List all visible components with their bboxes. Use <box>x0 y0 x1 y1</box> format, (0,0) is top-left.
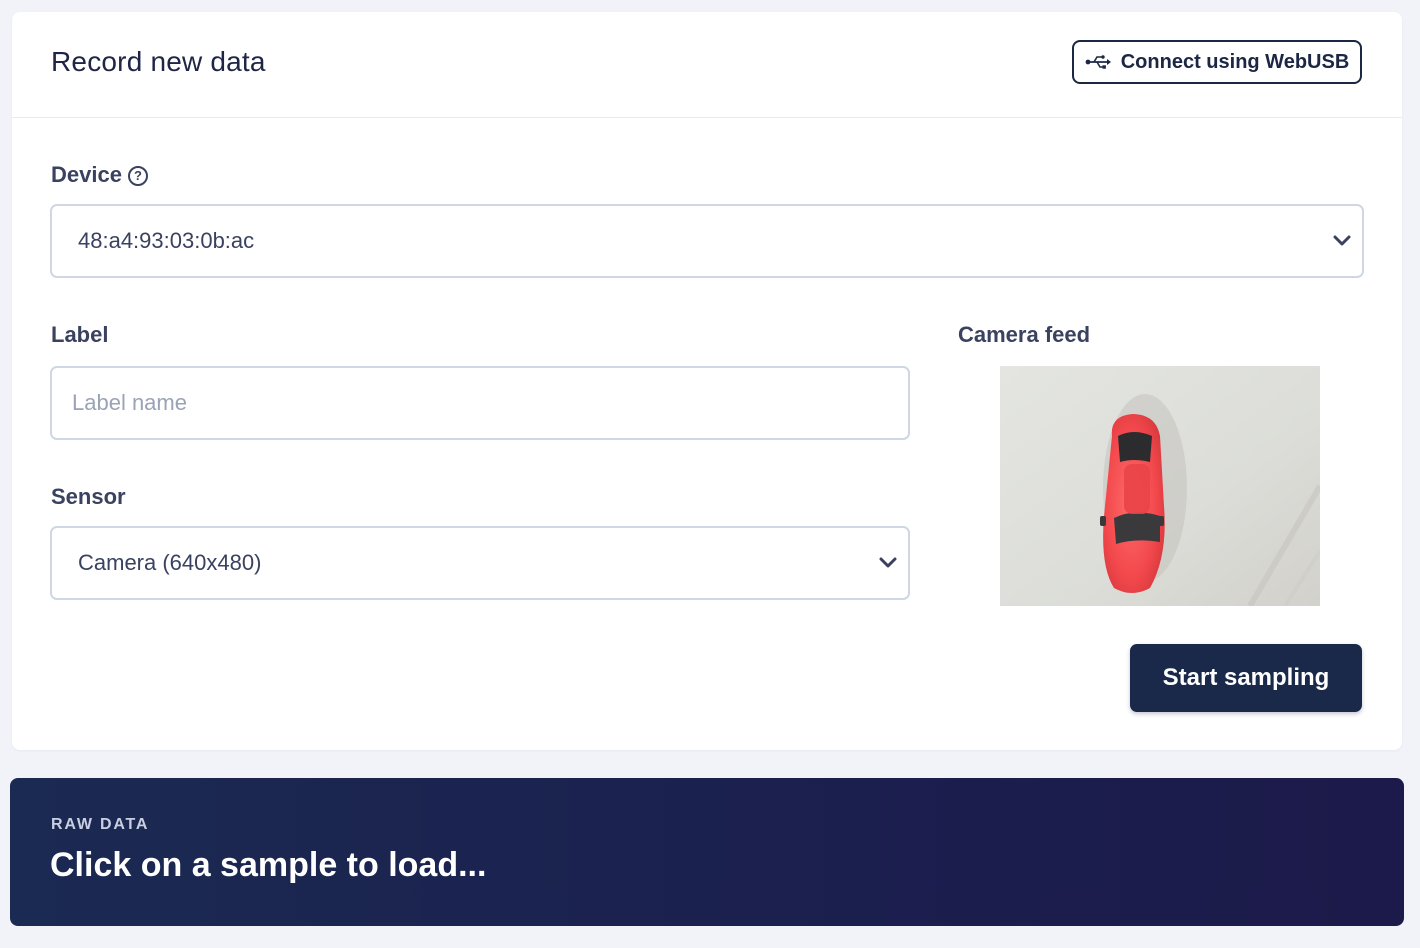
sensor-select[interactable]: Camera (640x480) <box>50 526 910 600</box>
chevron-down-icon <box>879 557 897 568</box>
help-icon[interactable]: ? <box>127 166 148 186</box>
record-data-card: Record new data Connect using WebUSB Dev… <box>12 12 1402 750</box>
device-label-text: Device <box>51 162 122 187</box>
raw-data-caption: RAW DATA <box>51 816 150 833</box>
raw-data-message: Click on a sample to load... <box>50 846 487 884</box>
device-label: Device? <box>51 162 148 188</box>
label-name-placeholder: Label name <box>72 390 187 415</box>
device-select-value: 48:a4:93:03:0b:ac <box>78 228 255 253</box>
connect-webusb-button[interactable]: Connect using WebUSB <box>1072 40 1362 84</box>
camera-feed-image <box>1000 366 1320 606</box>
usb-icon <box>1085 55 1111 69</box>
sensor-select-value: Camera (640x480) <box>78 550 262 575</box>
raw-data-panel: RAW DATA Click on a sample to load... <box>10 778 1404 926</box>
card-header: Record new data Connect using WebUSB <box>12 12 1402 118</box>
label-field-label: Label <box>51 322 109 347</box>
device-select[interactable]: 48:a4:93:03:0b:ac <box>50 204 1364 278</box>
camera-feed-label: Camera feed <box>958 322 1091 347</box>
page-title: Record new data <box>51 46 266 77</box>
start-sampling-label: Start sampling <box>1162 664 1330 691</box>
start-sampling-button[interactable]: Start sampling <box>1130 644 1362 712</box>
camera-feed-frame <box>1000 366 1320 606</box>
connect-webusb-label: Connect using WebUSB <box>1120 50 1350 73</box>
sensor-label: Sensor <box>51 484 126 509</box>
chevron-down-icon <box>1333 235 1351 246</box>
label-name-input[interactable]: Label name <box>50 366 910 440</box>
